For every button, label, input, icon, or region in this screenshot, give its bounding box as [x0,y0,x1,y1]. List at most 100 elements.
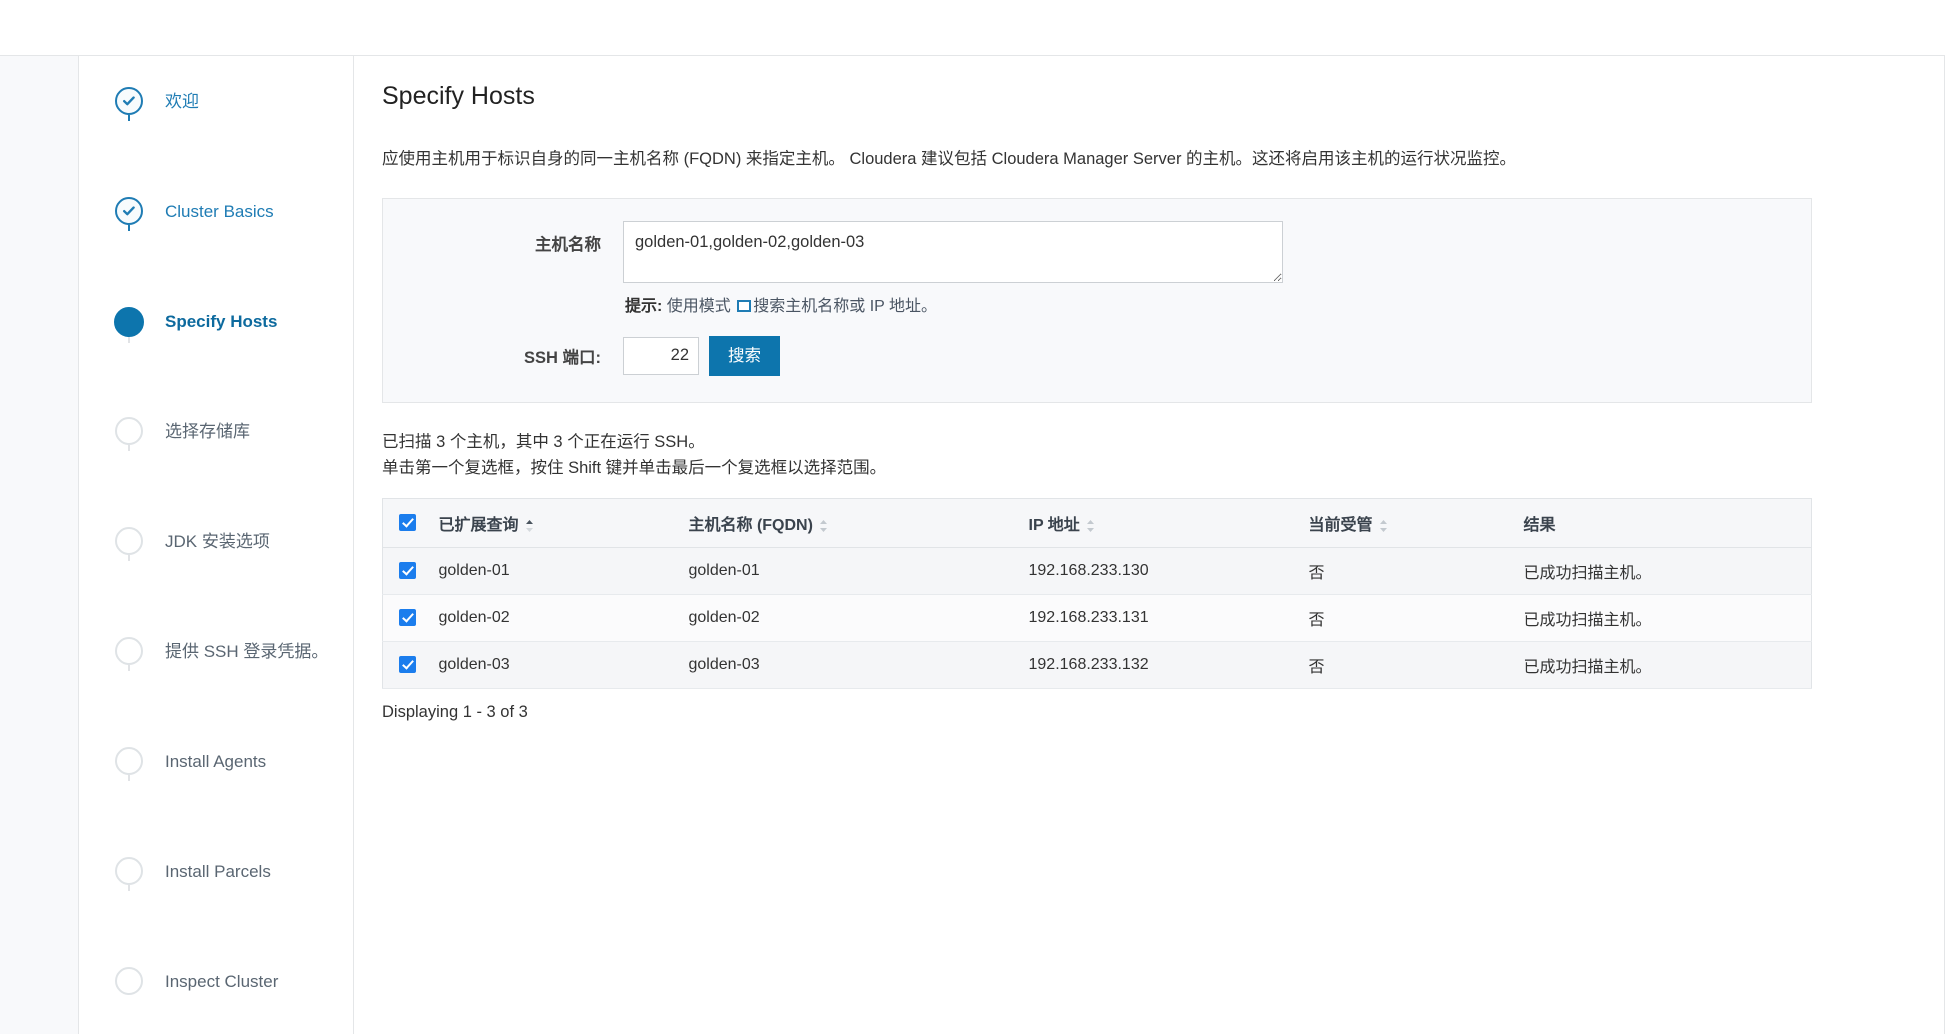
row-managed: 否 [1298,641,1514,690]
header-row: 已扩展查询 主机名称 (FQDN) IP 地址 当前受管 结果 [382,498,1812,549]
step-marker [105,301,153,343]
step-connector [128,885,130,891]
wizard-shell: 欢迎 Cluster Basics Specify Hosts 选择存储库 JDK 安装… [79,56,1945,1034]
scan-summary: 已扫描 3 个主机，其中 3 个正在运行 SSH。 单击第一个复选框，按住 Sh… [382,429,1888,482]
wizard-step-label: Specify Hosts [165,312,278,331]
wizard-step-label: Cluster Basics [165,202,274,221]
wizard-step-1[interactable]: 欢迎 [79,81,353,191]
step-connector [128,775,130,781]
page-body: 欢迎 Cluster Basics Specify Hosts 选择存储库 JDK 安装… [0,56,1945,1034]
select-all-checkbox[interactable] [399,514,416,532]
wizard-step-8[interactable]: Install Parcels [79,851,353,961]
scan-summary-line-2: 单击第一个复选框，按住 Shift 键并单击最后一个复选框以选择范围。 [382,459,887,478]
wizard-step-label: Install Parcels [165,862,271,881]
hint-text-2: 搜索主机名称或 IP 地址。 [753,297,937,315]
page-title: Specify Hosts [382,82,535,110]
step-check-icon [115,197,143,225]
hostname-row: 主机名称 [407,220,1787,283]
scan-summary-line-1: 已扫描 3 个主机，其中 3 个正在运行 SSH。 [382,432,705,451]
hint-prefix: 提示: [625,297,663,315]
wizard-step-6[interactable]: 提供 SSH 登录凭据。 [79,631,353,741]
main-content: Specify Hosts 应使用主机用于标识自身的同一主机名称 (FQDN) … [354,56,1945,1034]
row-checkbox[interactable] [399,656,416,674]
step-connector [128,555,130,561]
wizard-stepper: 欢迎 Cluster Basics Specify Hosts 选择存储库 JDK 安装… [79,56,354,1034]
step-connector [128,115,130,121]
page-description: 应使用主机用于标识自身的同一主机名称 (FQDN) 来指定主机。 Clouder… [382,150,1517,168]
row-checkbox[interactable] [399,609,416,627]
hostname-input[interactable] [623,220,1283,283]
header-select-all-cell [382,498,429,549]
column-label: 主机名称 (FQDN) [688,517,813,535]
step-check-icon [115,87,143,115]
step-marker [105,191,153,231]
row-managed: 否 [1298,594,1514,643]
hosts-table-body: golden-01 golden-01 192.168.233.130 否已成功扫描主… [382,547,1812,690]
row-query: golden-03 [428,641,679,690]
wizard-page: 欢迎 Cluster Basics Specify Hosts 选择存储库 JDK 安装… [0,0,1945,1034]
wizard-step-2[interactable]: Cluster Basics [79,191,353,301]
row-ip: 192.168.233.131 [1018,594,1299,643]
row-fqdn: golden-03 [678,641,1019,690]
left-gutter [0,56,79,1034]
table-row[interactable]: golden-03 golden-03 192.168.233.132 否已成功扫描主… [382,641,1812,690]
ssh-port-row: SSH 端口: 搜索 [407,335,1787,376]
wizard-step-label: 选择存储库 [165,422,250,441]
wizard-step-5[interactable]: JDK 安装选项 [79,521,353,631]
step-marker [105,961,153,995]
row-query: golden-02 [428,594,679,643]
header-query[interactable]: 已扩展查询 [428,498,679,549]
sort-icon[interactable] [1379,519,1388,533]
row-result: 已成功扫描主机。 [1513,594,1812,643]
row-select-cell [382,594,429,643]
step-pending-icon [115,857,143,885]
row-result: 已成功扫描主机。 [1513,547,1812,596]
host-search-panel: 主机名称 提示: 使用模式 搜索主机名称或 IP 地址。 SSH 端口: 搜索 [382,197,1812,403]
step-marker [105,81,153,121]
step-connector [128,665,130,671]
sort-icon[interactable] [819,519,828,533]
step-marker [105,411,153,451]
wizard-step-label: 欢迎 [165,92,199,111]
step-pending-icon [115,967,143,995]
wizard-step-label: Install Agents [165,752,267,771]
step-marker [105,851,153,891]
header-managed[interactable]: 当前受管 [1298,498,1514,549]
step-marker [105,741,153,781]
row-fqdn: golden-02 [678,594,1019,643]
ssh-port-label: SSH 端口: [523,348,601,367]
sort-icon-asc[interactable] [525,519,534,533]
step-marker [105,521,153,561]
wizard-step-7[interactable]: Install Agents [79,741,353,851]
row-ip: 192.168.233.130 [1018,547,1299,596]
step-marker [105,631,153,671]
sort-icon[interactable] [1086,519,1095,533]
wizard-step-3[interactable]: Specify Hosts [79,301,353,411]
row-select-cell [382,547,429,596]
row-checkbox[interactable] [399,562,416,580]
column-label: IP 地址 [1028,517,1080,535]
row-ip: 192.168.233.132 [1018,641,1299,690]
search-button[interactable]: 搜索 [709,335,780,376]
displaying-count: Displaying 1 - 3 of 3 [382,703,528,722]
top-bar [0,0,1945,56]
wizard-step-9[interactable]: Inspect Cluster [79,961,353,1034]
step-connector [128,445,130,451]
ssh-port-input[interactable] [623,336,699,375]
hostname-label: 主机名称 [535,235,601,254]
wizard-step-label: Inspect Cluster [165,972,279,991]
row-select-cell [382,641,429,690]
table-row[interactable]: golden-01 golden-01 192.168.233.130 否已成功扫描主… [382,547,1812,596]
header-fqdn[interactable]: 主机名称 (FQDN) [678,498,1019,549]
step-pending-icon [115,527,143,555]
row-result: 已成功扫描主机。 [1513,641,1812,690]
column-label: 当前受管 [1308,517,1373,535]
row-fqdn: golden-01 [678,547,1019,596]
table-row[interactable]: golden-02 golden-02 192.168.233.131 否已成功扫描主… [382,594,1812,643]
row-managed: 否 [1298,547,1514,596]
wizard-step-4[interactable]: 选择存储库 [79,411,353,521]
column-label: 已扩展查询 [438,517,519,535]
hosts-table: 已扩展查询 主机名称 (FQDN) IP 地址 当前受管 结果 golden-0… [382,498,1812,690]
column-label: 结果 [1523,517,1556,535]
header-ip[interactable]: IP 地址 [1018,498,1299,549]
